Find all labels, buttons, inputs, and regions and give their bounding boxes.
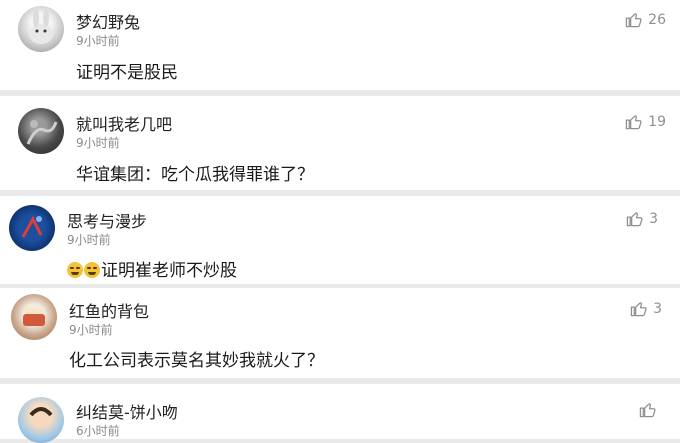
food-avatar-icon	[23, 308, 45, 326]
comment-author[interactable]: 梦幻野兔	[76, 9, 140, 33]
comment-author[interactable]: 红鱼的背包	[69, 298, 149, 322]
comment-item: 红鱼的背包 9小时前 化工公司表示莫名其妙我就火了？ 3	[0, 288, 680, 378]
avatar[interactable]	[18, 108, 64, 154]
avatar[interactable]	[18, 6, 64, 52]
comment-item: 纠结莫-饼小吻 6小时前	[0, 384, 680, 443]
thumbs-up-icon	[630, 302, 647, 317]
comment-time: 9小时前	[76, 34, 120, 48]
like-count: 3	[653, 300, 662, 317]
kid-avatar-icon	[29, 407, 53, 428]
comment-item: 思考与漫步 9小时前 证明崔老师不炒股 3	[0, 196, 680, 284]
like-button[interactable]: 26	[625, 11, 666, 28]
like-button[interactable]: 19	[625, 113, 666, 130]
like-count: 3	[649, 210, 658, 227]
thumbs-up-icon	[639, 403, 656, 418]
thumbs-up-icon	[625, 115, 642, 130]
thumbs-up-icon	[625, 13, 642, 28]
blue-avatar-icon	[21, 215, 43, 238]
avatar[interactable]	[18, 397, 64, 443]
avatar[interactable]	[9, 205, 55, 251]
comment-text: 化工公司表示莫名其妙我就火了？	[69, 351, 324, 371]
rabbit-avatar-icon	[29, 9, 53, 44]
avatar[interactable]	[11, 294, 57, 340]
like-count: 19	[648, 113, 666, 130]
comment-author[interactable]: 纠结莫-饼小吻	[76, 399, 178, 423]
comment-text: 华谊集团：吃个瓜我得罪谁了？	[76, 165, 314, 185]
laugh-cry-emoji-icon	[84, 262, 100, 278]
like-button[interactable]: 3	[626, 210, 658, 227]
comment-time: 9小时前	[67, 233, 111, 247]
comment-text: 证明不是股民	[76, 63, 178, 83]
like-button[interactable]: 3	[630, 300, 662, 317]
comment-author[interactable]: 思考与漫步	[67, 208, 147, 232]
laugh-cry-emoji-icon	[67, 262, 83, 278]
like-button[interactable]	[639, 401, 662, 418]
comment-time: 9小时前	[69, 323, 113, 337]
thumbs-up-icon	[626, 212, 643, 227]
comment-item: 梦幻野兔 9小时前 证明不是股民 26	[0, 0, 680, 90]
dark-avatar-icon	[26, 120, 58, 145]
comment-text: 证明崔老师不炒股	[67, 256, 237, 281]
like-count: 26	[648, 11, 666, 28]
comment-item: 就叫我老几吧 9小时前 华谊集团：吃个瓜我得罪谁了？ 19	[0, 96, 680, 190]
comment-text-content: 证明崔老师不炒股	[101, 261, 237, 281]
comment-time: 6小时前	[76, 424, 120, 438]
comment-time: 9小时前	[76, 136, 120, 150]
comment-author[interactable]: 就叫我老几吧	[76, 111, 172, 135]
